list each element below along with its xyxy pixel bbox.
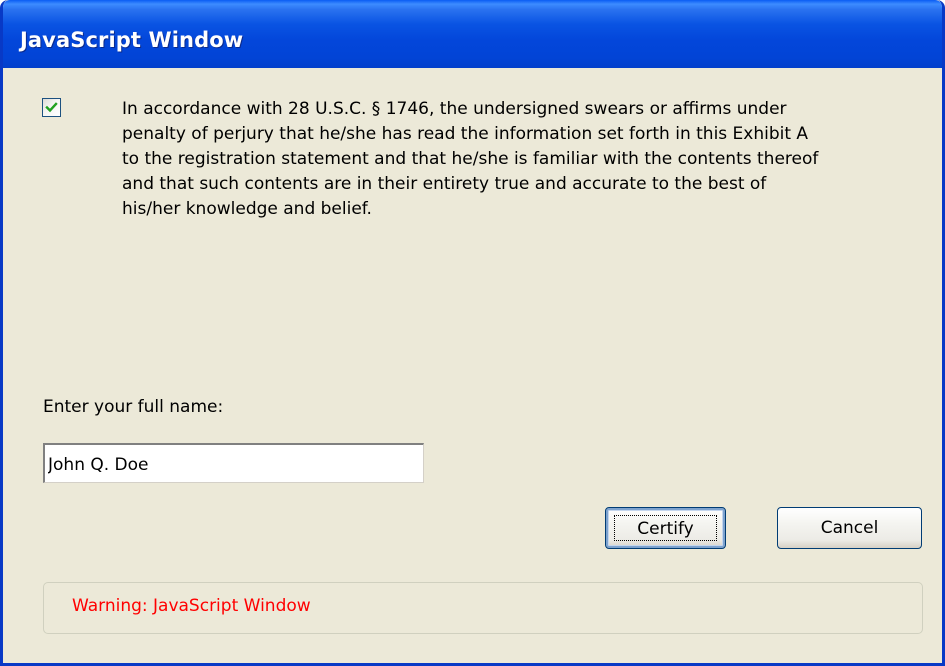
full-name-label: Enter your full name: <box>43 397 224 417</box>
certify-checkbox[interactable] <box>42 98 61 117</box>
statement-line: penalty of perjury that he/she has read … <box>122 124 809 144</box>
certify-button[interactable]: Certify <box>605 507 726 549</box>
certification-statement: In accordance with 28 U.S.C. § 1746, the… <box>122 97 922 222</box>
window-title: JavaScript Window <box>20 28 244 52</box>
javascript-dialog-window: JavaScript Window In accordance with 28 … <box>0 0 945 666</box>
cancel-button[interactable]: Cancel <box>777 507 922 549</box>
checkmark-icon <box>45 102 58 113</box>
warning-panel: Warning: JavaScript Window <box>43 582 923 634</box>
statement-line: to the registration statement and that h… <box>122 149 819 169</box>
full-name-input[interactable] <box>43 443 424 483</box>
title-bar[interactable]: JavaScript Window <box>3 0 942 68</box>
statement-line: his/her knowledge and belief. <box>122 199 372 219</box>
statement-line: and that such contents are in their enti… <box>122 174 767 194</box>
statement-line: In accordance with 28 U.S.C. § 1746, the… <box>122 99 787 119</box>
warning-message: Warning: JavaScript Window <box>72 596 311 616</box>
certify-button-label: Certify <box>614 515 717 541</box>
